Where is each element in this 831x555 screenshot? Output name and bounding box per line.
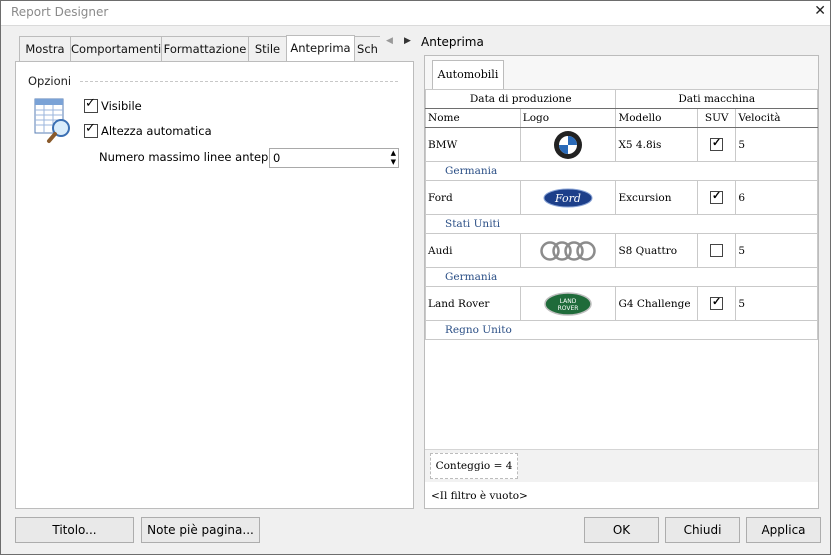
table-row[interactable]: Audi S8 Quattro 5: [425, 233, 818, 268]
tab-scroll-right-icon[interactable]: ▶: [404, 36, 411, 46]
ford-logo-text: Ford: [554, 192, 581, 205]
group-row: Germania: [425, 161, 818, 181]
spin-down-icon[interactable]: ▼: [391, 158, 396, 166]
column-header-suv[interactable]: SUV: [697, 108, 737, 128]
preview-label: Anteprima: [421, 35, 484, 49]
cell-logo: Ford: [519, 180, 617, 215]
options-divider: [80, 81, 398, 82]
audi-logo-icon: [540, 240, 596, 261]
group-footer: Conteggio = 4: [425, 449, 818, 482]
group-row: Stati Uniti: [425, 214, 818, 234]
cell-speed: 5: [735, 127, 818, 162]
table-row[interactable]: BMW X5 4.8is 5: [425, 127, 818, 162]
group-country: Regno Unito: [425, 320, 818, 340]
footnotes-button[interactable]: Note piè pagina...: [141, 517, 260, 543]
group-country: Germania: [425, 267, 818, 287]
spin-up-icon[interactable]: ▲: [391, 149, 396, 157]
close-icon[interactable]: ✕: [814, 3, 826, 19]
cell-model: Excursion: [615, 180, 699, 215]
cell-suv: [697, 233, 737, 268]
column-header-logo[interactable]: Logo: [519, 108, 617, 128]
options-group-label: Opzioni: [28, 74, 72, 88]
band-car-data[interactable]: Dati macchina: [615, 89, 818, 109]
cell-name: BMW: [425, 127, 521, 162]
land-rover-logo-icon: LAND ROVER: [544, 291, 592, 316]
tab-anteprima[interactable]: Anteprima: [286, 35, 355, 61]
cell-model: S8 Quattro: [615, 233, 699, 268]
cell-speed: 5: [735, 286, 818, 321]
tab-formattazione[interactable]: Formattazione: [161, 36, 249, 62]
window-title: Report Designer: [11, 5, 109, 19]
options-panel: Opzioni Visibile Altezza automatica Nume…: [15, 61, 414, 509]
apply-button[interactable]: Applica: [746, 517, 821, 543]
table-row[interactable]: Land Rover LAND ROVER G4 Challenge 5: [425, 286, 818, 321]
suv-checkbox[interactable]: [710, 295, 724, 310]
cell-logo: LAND ROVER: [519, 286, 617, 321]
cell-suv: [697, 180, 737, 215]
filter-status[interactable]: <Il filtro è vuoto>: [431, 490, 528, 502]
count-summary: Conteggio = 4: [430, 453, 518, 479]
max-lines-stepper[interactable]: 0 ▲ ▼: [269, 148, 399, 168]
column-header-nome[interactable]: Nome: [425, 108, 521, 128]
visible-label: Visibile: [101, 99, 142, 113]
column-header-velocita[interactable]: Velocità: [735, 108, 818, 128]
column-header-modello[interactable]: Modello: [615, 108, 699, 128]
land-rover-logo-text-bottom: ROVER: [558, 305, 579, 312]
ok-button[interactable]: OK: [584, 517, 659, 543]
tab-scroll-left-icon[interactable]: ◀: [386, 36, 393, 46]
title-button[interactable]: Titolo...: [15, 517, 134, 543]
bmw-logo-icon: [554, 130, 583, 159]
table-row[interactable]: Ford Ford Excursion 6: [425, 180, 818, 215]
report-designer-window: Report Designer ✕ Mostra Comportamenti F…: [0, 0, 831, 555]
visible-checkbox[interactable]: [84, 96, 98, 113]
preview-tab-bar: Automobili: [425, 56, 818, 90]
group-country: Stati Uniti: [425, 214, 818, 234]
max-lines-value: 0: [273, 151, 281, 165]
land-rover-logo-text-top: LAND: [560, 298, 577, 305]
auto-height-checkbox[interactable]: [84, 121, 98, 138]
suv-checkbox[interactable]: [710, 189, 724, 204]
band-production[interactable]: Data di produzione: [424, 89, 617, 109]
suv-checkbox[interactable]: [710, 136, 724, 151]
cell-model: X5 4.8is: [615, 127, 699, 162]
tab-comportamenti[interactable]: Comportamenti: [70, 36, 162, 62]
group-row: Regno Unito: [425, 320, 818, 340]
cell-suv: [697, 286, 737, 321]
tab-mostra[interactable]: Mostra: [19, 36, 71, 62]
tab-stile[interactable]: Stile: [248, 36, 287, 62]
auto-height-label: Altezza automatica: [101, 124, 212, 138]
cell-logo: [519, 233, 617, 268]
cell-name: Land Rover: [425, 286, 521, 321]
cell-speed: 6: [735, 180, 818, 215]
cell-speed: 5: [735, 233, 818, 268]
group-country: Germania: [425, 161, 818, 181]
cell-name: Audi: [425, 233, 521, 268]
ford-logo-icon: Ford: [543, 188, 593, 207]
title-bar: Report Designer ✕: [1, 1, 830, 26]
preview-panel: Automobili Data di produzione Dati macch…: [424, 55, 819, 509]
cell-logo: [519, 127, 617, 162]
preview-grid: Data di produzione Dati macchina Nome Lo…: [424, 89, 818, 340]
suv-checkbox[interactable]: [710, 244, 724, 257]
tab-strip: Mostra Comportamenti Formattazione Stile…: [19, 35, 380, 62]
tab-schema[interactable]: Sch: [354, 36, 380, 62]
cell-suv: [697, 127, 737, 162]
cell-name: Ford: [425, 180, 521, 215]
cell-model: G4 Challenge: [615, 286, 699, 321]
grid-preview-icon: [34, 98, 70, 143]
close-button[interactable]: Chiudi: [665, 517, 740, 543]
tab-automobili[interactable]: Automobili: [432, 60, 504, 89]
group-row: Germania: [425, 267, 818, 287]
